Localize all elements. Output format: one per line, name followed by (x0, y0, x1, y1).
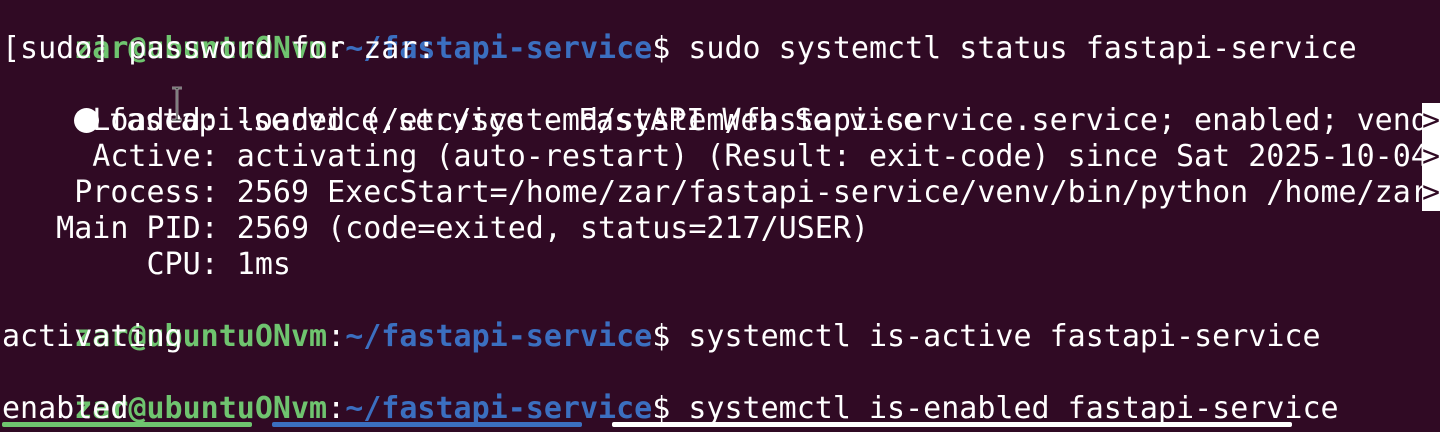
prompt-dollar: $ (652, 31, 671, 66)
loaded-line: Loaded: loaded (/etc/systemd/system/fast… (2, 103, 1429, 138)
prompt-path: ~/fastapi-service (345, 391, 653, 426)
prompt-path: ~/fastapi-service (345, 319, 653, 354)
command-text: systemctl is-enabled fastapi-service (670, 391, 1339, 426)
prompt-dollar: $ (652, 391, 671, 426)
prompt-colon: : (327, 391, 346, 426)
command-output: activating (2, 319, 183, 354)
truncation-marker: > (1422, 175, 1440, 211)
partial-prompt-user (2, 422, 252, 427)
cpu-line: CPU: 1ms (2, 247, 291, 282)
active-line: Active: activating (auto-restart) (Resul… (2, 139, 1429, 174)
main-pid-line: Main PID: 2569 (code=exited, status=217/… (2, 211, 869, 246)
terminal-window[interactable]: zar@ubuntuONvm:~/fastapi-service$ sudo s… (0, 0, 1440, 432)
ibeam-cursor-icon (172, 86, 182, 122)
process-line: Process: 2569 ExecStart=/home/zar/fastap… (2, 175, 1429, 210)
command-text: sudo systemctl status fastapi-service (670, 31, 1357, 66)
truncation-marker: > (1422, 103, 1440, 139)
partial-next-line (2, 422, 1302, 432)
truncation-marker: > (1422, 139, 1440, 175)
partial-prompt-path (272, 422, 582, 427)
partial-command-text (612, 422, 1292, 427)
command-text: systemctl is-active fastapi-service (670, 319, 1321, 354)
prompt-colon: : (327, 319, 346, 354)
prompt-line-2: zar@ubuntuONvm:~/fastapi-service$ system… (2, 283, 1320, 354)
scrollbar[interactable] (1440, 0, 1456, 432)
prompt-line-1: zar@ubuntuONvm:~/fastapi-service$ sudo s… (2, 0, 1356, 66)
prompt-dollar: $ (652, 319, 671, 354)
prompt-line-3: zar@ubuntuONvm:~/fastapi-service$ system… (2, 355, 1338, 426)
unit-header-line: fastapi-service.service - FastAPI Web Se… (2, 67, 921, 138)
sudo-password-prompt: [sudo] password for zar: (2, 31, 436, 66)
